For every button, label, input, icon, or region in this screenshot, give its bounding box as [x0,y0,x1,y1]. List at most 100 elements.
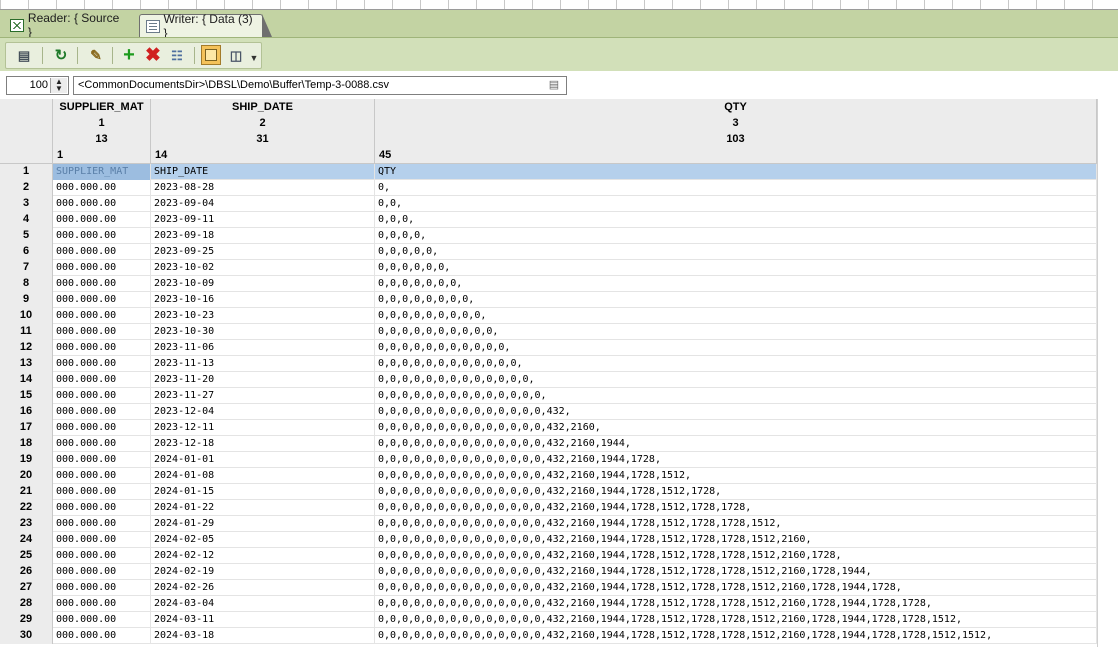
cell-ship-date[interactable]: 2024-02-05 [151,532,375,548]
row-number[interactable]: 3 [0,196,53,212]
row-number[interactable]: 17 [0,420,53,436]
spin-arrows-icon[interactable]: ▲ ▼ [50,78,67,93]
cell-supplier-mat[interactable]: 000.000.00 [53,596,151,612]
table-row[interactable]: 6 000.000.00 2023-09-25 0,0,0,0,0, [0,244,1097,260]
cell-qty[interactable]: 0,0, [375,196,1097,212]
table-row[interactable]: 8 000.000.00 2023-10-09 0,0,0,0,0,0,0, [0,276,1097,292]
table-row[interactable]: 23 000.000.00 2024-01-29 0,0,0,0,0,0,0,0,0,… [0,516,1097,532]
cell-qty[interactable]: 0,0,0,0,0,0,0,0,0,0,0,0,0,0,432,2160,194… [375,612,1097,628]
cell-ship-date[interactable]: 2024-03-11 [151,612,375,628]
cell-supplier-mat[interactable]: 000.000.00 [53,196,151,212]
table-row[interactable]: 21 000.000.00 2024-01-15 0,0,0,0,0,0,0,0,0,… [0,484,1097,500]
row-number[interactable]: 30 [0,628,53,644]
cell-qty[interactable]: 0,0,0,0,0,0,0,0,0,0,0,0,0,0,432,2160,194… [375,628,1097,644]
row-number[interactable]: 4 [0,212,53,228]
table-row[interactable]: 24 000.000.00 2024-02-05 0,0,0,0,0,0,0,0,0,… [0,532,1097,548]
table-row[interactable]: 18 000.000.00 2023-12-18 0,0,0,0,0,0,0,0,0,… [0,436,1097,452]
cell-supplier-mat[interactable]: 000.000.00 [53,308,151,324]
cell-qty[interactable]: 0,0,0, [375,212,1097,228]
cell-ship-date[interactable]: 2023-09-25 [151,244,375,260]
col-header-ship-date[interactable]: SHIP_DATE [151,99,375,115]
add-icon[interactable]: + [119,45,139,65]
cell-supplier-mat[interactable]: 000.000.00 [53,228,151,244]
cell-qty[interactable]: 0,0,0,0,0,0,0,0,0,0,0,0,0,0,432,2160,194… [375,500,1097,516]
cell-ship-date[interactable]: 2023-10-09 [151,276,375,292]
cell-qty[interactable]: 0,0,0,0,0,0,0,0,0,0,0,0,0,0,432,2160,194… [375,596,1097,612]
row-number[interactable]: 11 [0,324,53,340]
cell-qty[interactable]: 0,0,0,0,0,0,0,0,0,0,0,0,0,0, [375,388,1097,404]
row-number[interactable]: 16 [0,404,53,420]
cell-qty[interactable]: 0,0,0,0,0,0,0,0,0,0,0,0,0,0,432, [375,404,1097,420]
row-number[interactable]: 1 [0,164,53,180]
cell-qty[interactable]: 0,0,0,0,0,0,0,0,0,0,0, [375,340,1097,356]
cell-ship-date[interactable]: 2023-11-27 [151,388,375,404]
tree-icon[interactable]: ☷ [167,46,187,64]
cell-supplier-mat[interactable]: 000.000.00 [53,628,151,644]
row-number[interactable]: 14 [0,372,53,388]
table-row[interactable]: 1 SUPPLIER_MAT SHIP_DATE QTY [0,164,1097,180]
cell-ship-date[interactable]: 2023-11-06 [151,340,375,356]
row-number[interactable]: 27 [0,580,53,596]
row-number[interactable]: 12 [0,340,53,356]
cell-ship-date[interactable]: 2024-02-12 [151,548,375,564]
cell-qty[interactable]: 0,0,0,0,0,0,0,0,0,0,0,0,0,0,432,2160,194… [375,516,1097,532]
row-number[interactable]: 24 [0,532,53,548]
cell-supplier-mat[interactable]: 000.000.00 [53,180,151,196]
cell-supplier-mat[interactable]: 000.000.00 [53,260,151,276]
cell-qty[interactable]: QTY [375,164,1097,180]
cell-ship-date[interactable]: 2023-12-04 [151,404,375,420]
cell-ship-date[interactable]: 2023-10-23 [151,308,375,324]
cell-qty[interactable]: 0,0,0,0,0,0,0,0,0,0,0,0,0,0,432,2160,194… [375,548,1097,564]
table-row[interactable]: 20 000.000.00 2024-01-08 0,0,0,0,0,0,0,0,0,… [0,468,1097,484]
cell-qty[interactable]: 0,0,0,0,0,0,0,0,0,0,0,0,0,0,432,2160,194… [375,484,1097,500]
row-number[interactable]: 19 [0,452,53,468]
row-number[interactable]: 6 [0,244,53,260]
cell-ship-date[interactable]: 2024-01-29 [151,516,375,532]
table-row[interactable]: 22 000.000.00 2024-01-22 0,0,0,0,0,0,0,0,0,… [0,500,1097,516]
cell-supplier-mat[interactable]: 000.000.00 [53,340,151,356]
cell-supplier-mat[interactable]: 000.000.00 [53,388,151,404]
table-row[interactable]: 25 000.000.00 2024-02-12 0,0,0,0,0,0,0,0,0,… [0,548,1097,564]
table-row[interactable]: 11 000.000.00 2023-10-30 0,0,0,0,0,0,0,0,0,… [0,324,1097,340]
cell-ship-date[interactable]: 2024-02-26 [151,580,375,596]
browse-icon[interactable]: ▤ [545,78,563,93]
cell-ship-date[interactable]: 2023-09-18 [151,228,375,244]
cell-qty[interactable]: 0,0,0,0,0,0,0,0,0, [375,308,1097,324]
cell-supplier-mat[interactable]: 000.000.00 [53,484,151,500]
cell-supplier-mat[interactable]: 000.000.00 [53,612,151,628]
cell-supplier-mat[interactable]: 000.000.00 [53,436,151,452]
tab-reader-source[interactable]: Reader: { Source } [4,11,132,39]
cell-qty[interactable]: 0,0,0,0,0,0,0,0,0,0,0,0,0,0,432,2160,194… [375,564,1097,580]
cell-ship-date[interactable]: 2024-01-08 [151,468,375,484]
cell-ship-date[interactable]: 2023-09-11 [151,212,375,228]
cell-supplier-mat[interactable]: 000.000.00 [53,532,151,548]
cell-qty[interactable]: 0,0,0,0,0,0,0,0,0,0,0,0,0,0,432,2160,194… [375,468,1097,484]
file-path-field[interactable]: <CommonDocumentsDir>\DBSL\Demo\Buffer\Te… [73,76,567,95]
grid-view-icon[interactable] [201,45,221,65]
cell-qty[interactable]: 0,0,0,0,0,0,0,0,0,0,0,0,0,0,432,2160, [375,420,1097,436]
row-number[interactable]: 23 [0,516,53,532]
cell-supplier-mat[interactable]: 000.000.00 [53,324,151,340]
table-row[interactable]: 19 000.000.00 2024-01-01 0,0,0,0,0,0,0,0,0,… [0,452,1097,468]
cell-qty[interactable]: 0,0,0,0,0,0,0,0,0,0,0,0,0,0,432,2160,194… [375,452,1097,468]
cell-supplier-mat[interactable]: 000.000.00 [53,244,151,260]
row-number[interactable]: 9 [0,292,53,308]
table-row[interactable]: 17 000.000.00 2023-12-11 0,0,0,0,0,0,0,0,0,… [0,420,1097,436]
col-header-qty[interactable]: QTY [375,99,1097,115]
cell-ship-date[interactable]: SHIP_DATE [151,164,375,180]
cell-qty[interactable]: 0,0,0,0,0,0,0,0,0,0,0,0,0, [375,372,1097,388]
row-number[interactable]: 2 [0,180,53,196]
table-row[interactable]: 3 000.000.00 2023-09-04 0,0, [0,196,1097,212]
cell-ship-date[interactable]: 2024-01-15 [151,484,375,500]
row-number[interactable]: 15 [0,388,53,404]
cell-supplier-mat[interactable]: 000.000.00 [53,500,151,516]
table-row[interactable]: 2 000.000.00 2023-08-28 0, [0,180,1097,196]
cell-qty[interactable]: 0, [375,180,1097,196]
cell-ship-date[interactable]: 2023-12-18 [151,436,375,452]
row-number[interactable]: 5 [0,228,53,244]
cell-ship-date[interactable]: 2023-08-28 [151,180,375,196]
table-row[interactable]: 5 000.000.00 2023-09-18 0,0,0,0, [0,228,1097,244]
table-row[interactable]: 4 000.000.00 2023-09-11 0,0,0, [0,212,1097,228]
cell-supplier-mat[interactable]: 000.000.00 [53,372,151,388]
table-row[interactable]: 29 000.000.00 2024-03-11 0,0,0,0,0,0,0,0,0,… [0,612,1097,628]
